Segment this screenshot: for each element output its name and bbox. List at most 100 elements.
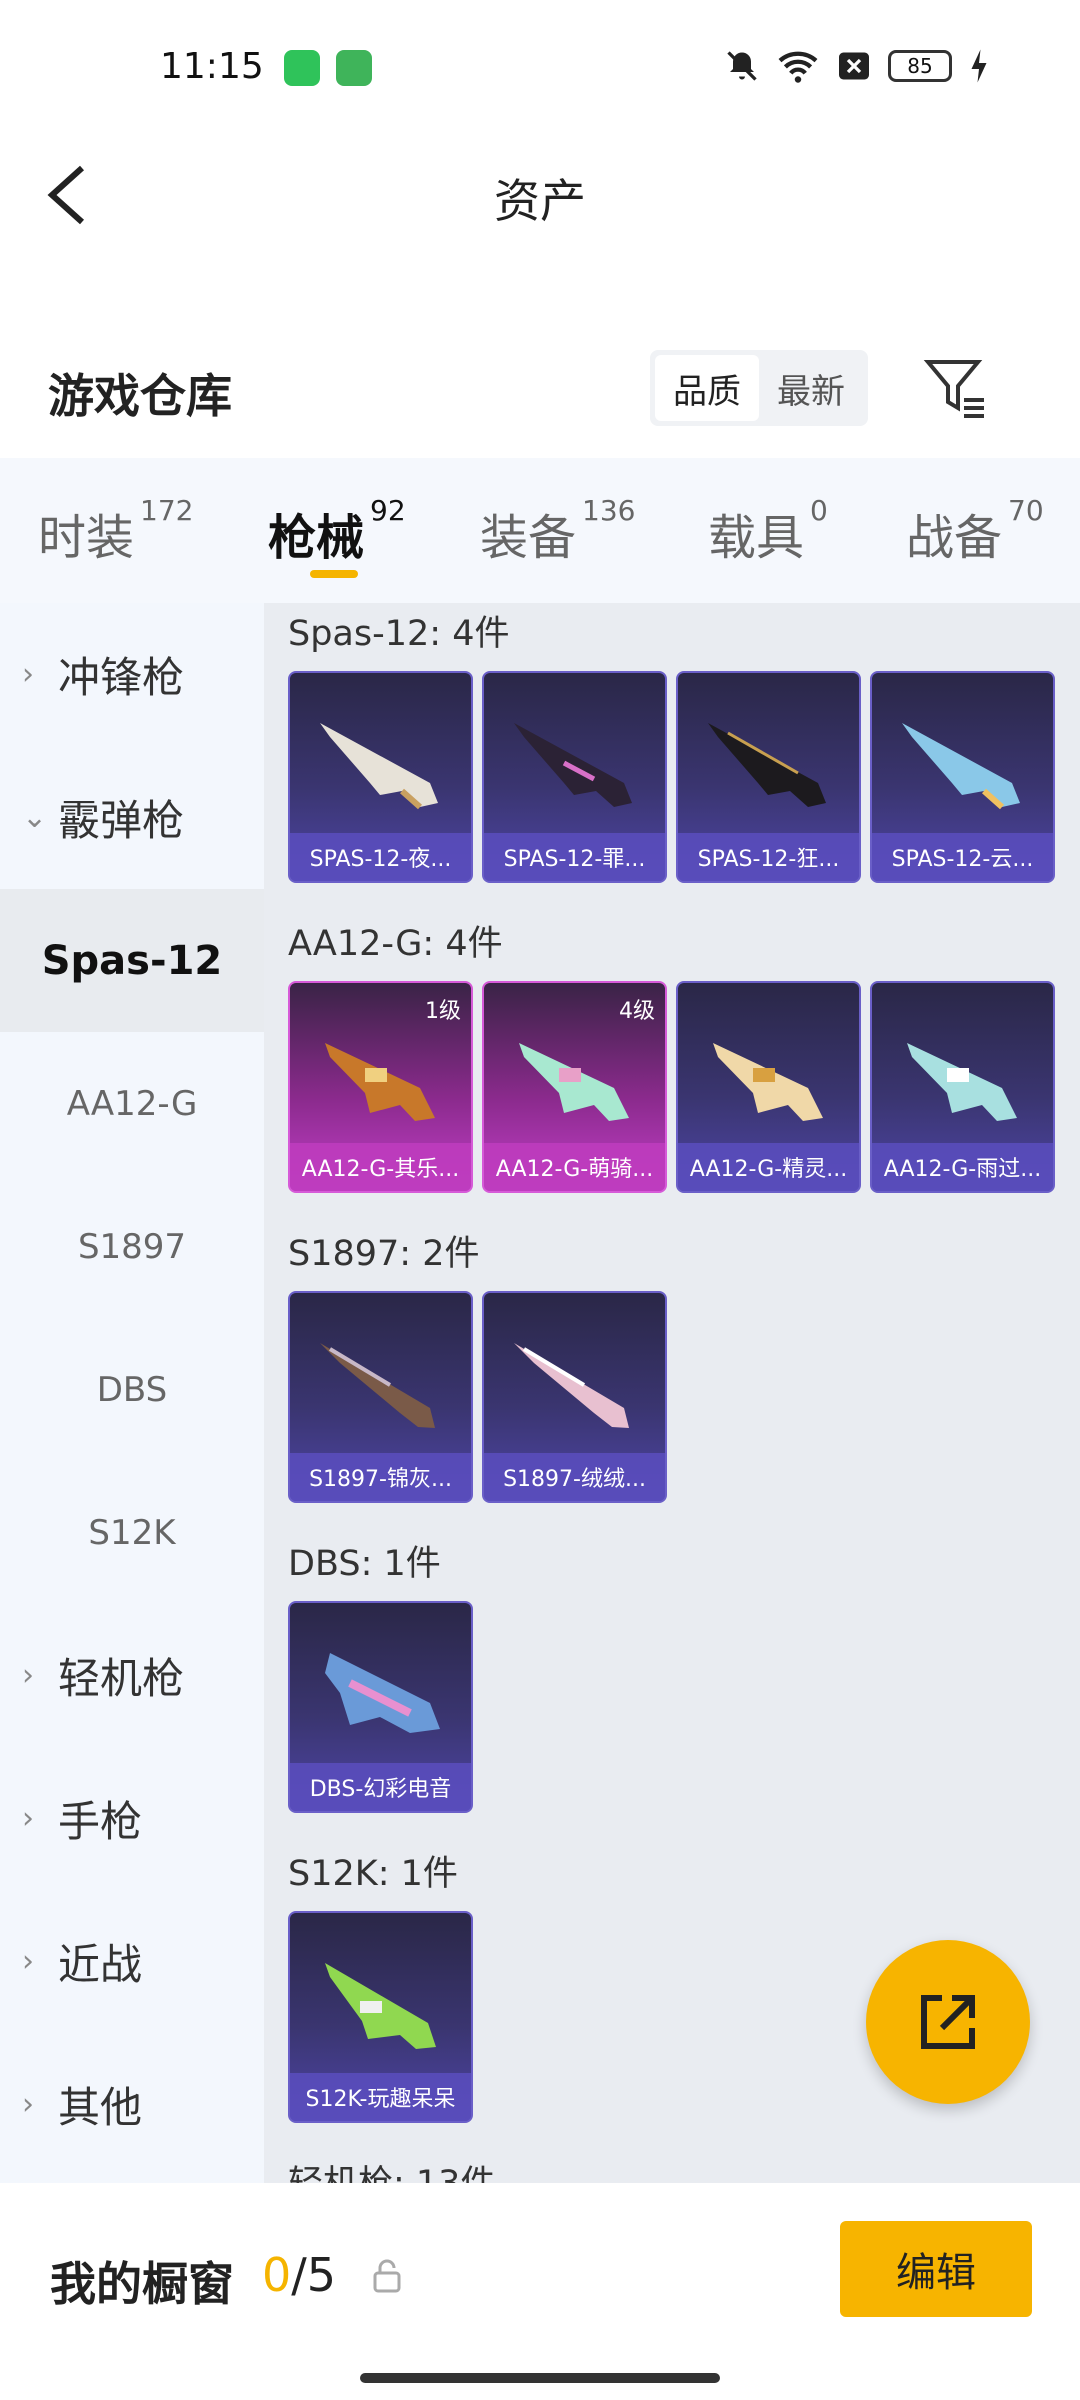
item-name: SPAS-12-狂... — [678, 833, 859, 881]
status-time: 11:15 — [160, 46, 264, 87]
tab-vehicles[interactable]: 载具 0 — [708, 494, 828, 568]
sort-latest-option[interactable]: 最新 — [759, 355, 863, 421]
showcase-bar: 我的橱窗 0/5 编辑 — [0, 2183, 1080, 2400]
item-card[interactable]: S12K-玩趣呆呆 — [288, 1911, 473, 2123]
tab-label: 载具 — [708, 510, 805, 566]
sidebar-item-s12k[interactable]: S12K — [0, 1461, 264, 1604]
lock-icon — [373, 2259, 401, 2293]
tab-equipment[interactable]: 装备 136 — [480, 494, 635, 568]
section-title: 轻机枪: 13件 — [288, 2155, 495, 2183]
sidebar-item-aa12g[interactable]: AA12-G — [0, 1032, 264, 1175]
sidebar-item-lmg[interactable]: › 轻机枪 — [0, 1604, 264, 1747]
sidebar-item-spas12[interactable]: Spas-12 — [0, 889, 264, 1032]
chevron-right-icon: › — [22, 657, 34, 692]
item-card[interactable]: 1级 AA12-G-其乐... — [288, 981, 473, 1193]
page-title: 资产 — [494, 174, 586, 228]
item-card[interactable]: S1897-锦灰... — [288, 1291, 473, 1503]
status-bar: 11:15 85 — [0, 0, 1080, 130]
filter-icon — [923, 360, 984, 418]
item-name: SPAS-12-夜... — [290, 833, 471, 881]
wifi-icon — [778, 51, 818, 83]
item-card[interactable]: SPAS-12-云... — [870, 671, 1055, 883]
sidebar-item-other[interactable]: › 其他 — [0, 2033, 264, 2176]
item-name: AA12-G-萌骑... — [484, 1143, 665, 1191]
filter-button[interactable] — [920, 352, 990, 422]
sim-blocked-icon — [839, 52, 869, 80]
battery-icon: 85 — [888, 50, 952, 82]
sidebar-item-pistol[interactable]: › 手枪 — [0, 1747, 264, 1890]
item-level-badge: 1级 — [425, 999, 461, 1024]
rifle-icon — [907, 1043, 1017, 1121]
warehouse-title: 游戏仓库 — [48, 369, 232, 423]
section-title: DBS: 1件 — [288, 1544, 441, 1584]
tab-label: 枪械 — [268, 510, 365, 566]
charging-icon — [971, 49, 987, 83]
shotgun-icon — [902, 723, 1020, 810]
rifle-icon — [713, 1043, 823, 1121]
active-tab-indicator — [310, 570, 358, 578]
shotgun-icon — [325, 1963, 436, 2049]
item-card[interactable]: AA12-G-精灵... — [676, 981, 861, 1193]
showcase-total: /5 — [291, 2248, 337, 2302]
sidebar-item-melee[interactable]: › 近战 — [0, 1890, 264, 2033]
tab-count: 0 — [810, 494, 828, 527]
share-button[interactable] — [866, 1940, 1030, 2104]
sidebar-item-label: 冲锋枪 — [58, 653, 185, 702]
tab-label: 战备 — [906, 510, 1003, 566]
header: 资产 — [0, 130, 1080, 260]
sidebar-item-shotgun[interactable]: ⌄ 霰弹枪 — [0, 746, 264, 889]
tab-supplies[interactable]: 战备 70 — [906, 494, 1044, 568]
tab-fashion[interactable]: 时装 172 — [38, 494, 193, 568]
sidebar-item-label: 轻机枪 — [58, 1654, 185, 1703]
sidebar-item-s1897[interactable]: S1897 — [0, 1175, 264, 1318]
shotgun-icon — [708, 723, 826, 807]
notification-app-icon — [284, 50, 320, 86]
sort-quality-option[interactable]: 品质 — [655, 355, 759, 421]
home-indicator[interactable] — [360, 2373, 720, 2383]
item-name: S1897-绒绒... — [484, 1453, 665, 1501]
tab-count: 172 — [140, 494, 194, 527]
share-icon — [921, 1995, 975, 2049]
tab-count: 136 — [582, 494, 636, 527]
item-card[interactable]: S1897-绒绒... — [482, 1291, 667, 1503]
item-name: AA12-G-精灵... — [678, 1143, 859, 1191]
rifle-icon — [325, 1043, 435, 1121]
shotgun-icon — [514, 723, 632, 807]
item-name: SPAS-12-罪... — [484, 833, 665, 881]
section-title: AA12-G: 4件 — [288, 924, 503, 964]
item-card[interactable]: DBS-幻彩电音 — [288, 1601, 473, 1813]
chevron-right-icon: › — [22, 2087, 34, 2122]
item-card[interactable]: SPAS-12-罪... — [482, 671, 667, 883]
item-name: AA12-G-雨过... — [872, 1143, 1053, 1191]
item-name: DBS-幻彩电音 — [290, 1763, 471, 1811]
section-title: S1897: 2件 — [288, 1234, 480, 1274]
sidebar-item-label: 近战 — [58, 1940, 143, 1989]
chevron-right-icon: › — [22, 1944, 34, 1979]
section-title: Spas-12: 4件 — [288, 614, 510, 654]
item-card[interactable]: SPAS-12-狂... — [676, 671, 861, 883]
item-card[interactable]: SPAS-12-夜... — [288, 671, 473, 883]
status-icons: 85 — [724, 48, 990, 84]
tab-weapons[interactable]: 枪械 92 — [268, 494, 406, 568]
section-title: S12K: 1件 — [288, 1854, 458, 1894]
item-card[interactable]: 4级 AA12-G-萌骑... — [482, 981, 667, 1193]
shotgun-icon — [514, 1343, 629, 1428]
item-name: SPAS-12-云... — [872, 833, 1053, 881]
shotgun-icon — [325, 1653, 440, 1733]
chevron-down-icon: ⌄ — [22, 800, 48, 835]
item-card[interactable]: AA12-G-雨过... — [870, 981, 1055, 1193]
showcase-label: 我的橱窗 — [50, 2257, 234, 2311]
notification-app-icon — [336, 50, 372, 86]
sidebar-item-label: 霰弹枪 — [58, 796, 185, 845]
category-tabs: 时装 172 枪械 92 装备 136 载具 0 战备 70 — [0, 458, 1080, 603]
tab-label: 时装 — [38, 510, 135, 566]
edit-button[interactable]: 编辑 — [840, 2221, 1032, 2317]
chevron-right-icon: › — [22, 1658, 34, 1693]
sidebar-item-smg[interactable]: › 冲锋枪 — [0, 603, 264, 746]
showcase-current: 0 — [262, 2248, 292, 2302]
item-name: AA12-G-其乐... — [290, 1143, 471, 1191]
shotgun-icon — [320, 1343, 435, 1428]
sidebar-item-label: 其他 — [58, 2083, 143, 2132]
sidebar-item-dbs[interactable]: DBS — [0, 1318, 264, 1461]
shotgun-icon — [320, 723, 438, 810]
